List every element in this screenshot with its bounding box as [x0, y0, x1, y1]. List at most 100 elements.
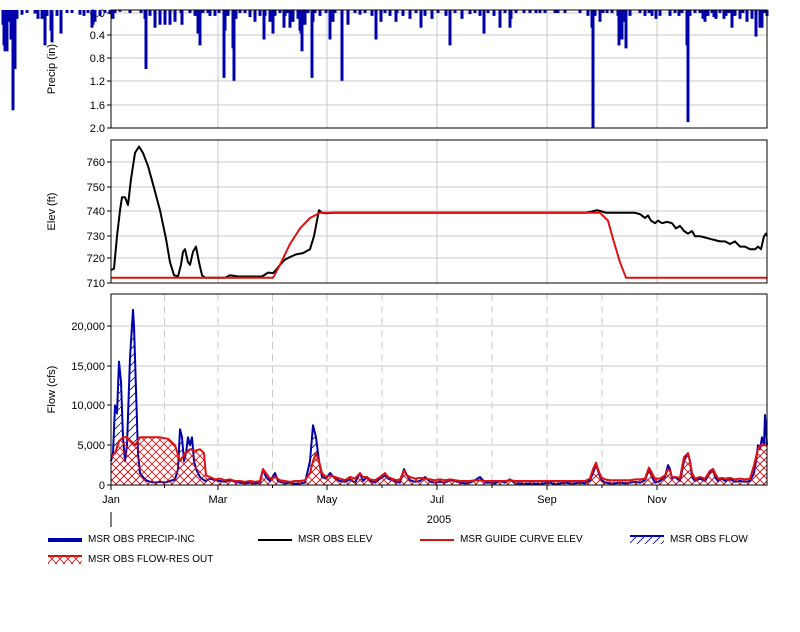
- precip-bar: [498, 10, 502, 28]
- precip-bar: [20, 10, 24, 15]
- legend-item-flow: MSR OBS FLOW: [630, 534, 748, 545]
- y-tick-label: 1.6: [90, 100, 105, 112]
- precip-bar: [468, 10, 472, 15]
- precip-bar: [163, 10, 167, 25]
- y-tick-label: 730: [87, 231, 105, 243]
- precip-bar: [223, 10, 227, 31]
- legend: MSR OBS PRECIP-INC MSR OBS ELEV MSR GUID…: [0, 534, 800, 584]
- precip-bar: [624, 10, 628, 49]
- chart-area: 0.0 0.4 0.8 1.2 1.6 2.0 Precip (in) 710 720 730 74…: [0, 0, 800, 627]
- y-tick-label: 740: [87, 206, 105, 218]
- precip-bar: [232, 10, 236, 81]
- precip-bar: [482, 10, 486, 34]
- precip-bar: [714, 10, 718, 19]
- precip-bar: [234, 10, 238, 19]
- legend-item-elev: MSR OBS ELEV: [258, 534, 372, 545]
- precip-bar: [208, 10, 212, 16]
- y-tick-label: 750: [87, 182, 105, 194]
- precip-bar: [654, 10, 658, 19]
- precip-bar: [144, 10, 148, 69]
- precip-bar: [620, 10, 624, 40]
- panel-bg: [111, 294, 767, 485]
- precip-bar: [318, 10, 322, 16]
- precip-bar: [478, 10, 482, 16]
- precip-bar: [86, 10, 90, 13]
- precip-bar: [509, 10, 513, 19]
- panel-0: 0.00.40.81.21.62.0Precip (in): [1, 8, 769, 135]
- legend-item-resout: MSR OBS FLOW-RES OUT: [48, 554, 213, 565]
- precip-bar: [45, 10, 49, 16]
- y-axis-label: Flow (cfs): [46, 366, 58, 414]
- x-tick-label: Jan: [102, 494, 120, 506]
- precip-bar: [253, 10, 257, 22]
- y-tick-label: 5,000: [77, 440, 105, 452]
- precip-bar: [15, 10, 19, 19]
- precip-bar: [374, 10, 378, 40]
- precip-bar: [50, 10, 54, 43]
- precip-bar: [55, 10, 59, 16]
- precip-bar: [617, 10, 621, 46]
- precip-bar: [401, 10, 405, 16]
- precip-bar: [173, 10, 177, 22]
- precip-bar: [93, 10, 97, 22]
- x-tick-label: May: [317, 494, 338, 506]
- legend-swatch-elev: [258, 538, 292, 541]
- precip-bar: [593, 10, 597, 16]
- precip-bar: [303, 10, 307, 25]
- precip-bar: [82, 10, 86, 16]
- precip-bar: [70, 10, 74, 13]
- precip-bar: [346, 10, 350, 25]
- precip-bar: [65, 10, 69, 13]
- precip-bar: [263, 10, 267, 16]
- precip-bar: [460, 10, 464, 19]
- y-tick-label: 760: [87, 157, 105, 169]
- precip-bar: [677, 10, 681, 16]
- precip-bar: [448, 10, 452, 46]
- precip-bar: [745, 10, 749, 22]
- precip-bar: [724, 10, 728, 16]
- precip-bar: [591, 10, 595, 128]
- y-tick-label: 20,000: [71, 321, 105, 333]
- precip-bar: [643, 10, 647, 16]
- precip-bar: [198, 10, 202, 46]
- y-axis-label: Elev (ft): [46, 193, 58, 231]
- precip-bar: [370, 10, 374, 16]
- y-tick-label: 0: [99, 480, 105, 492]
- precip-bar: [328, 10, 332, 40]
- legend-label-resout: MSR OBS FLOW-RES OUT: [88, 554, 214, 565]
- legend-swatch-flow: [630, 534, 664, 544]
- y-tick-label: 2.0: [90, 123, 105, 135]
- precip-bar: [379, 10, 383, 22]
- y-tick-label: 10,000: [71, 400, 105, 412]
- precip-bar: [273, 10, 277, 16]
- x-tick-label: Nov: [647, 494, 667, 506]
- precip-bar: [148, 10, 152, 16]
- precip-bar: [628, 10, 632, 16]
- y-tick-label: 1.2: [90, 76, 105, 88]
- legend-label-precip: MSR OBS PRECIP-INC: [88, 534, 195, 545]
- x-tick-label: Jul: [430, 494, 444, 506]
- y-tick-label: 720: [87, 253, 105, 265]
- precip-bar: [408, 10, 412, 19]
- precip-bar: [492, 10, 496, 16]
- precip-bar: [180, 10, 184, 25]
- y-axis-label: Precip (in): [46, 44, 58, 94]
- precip-bar: [430, 10, 434, 19]
- y-tick-label: 0.8: [90, 53, 105, 65]
- precip-bar: [423, 10, 427, 16]
- legend-label-elev: MSR OBS ELEV: [298, 534, 373, 545]
- y-tick-label: 0.4: [90, 30, 105, 42]
- legend-swatch-guide: [420, 538, 454, 541]
- precip-bar: [703, 10, 707, 22]
- precip-bar: [168, 10, 172, 25]
- precip-bar: [754, 10, 758, 37]
- precip-bar: [444, 10, 448, 16]
- legend-item-precip: MSR OBS PRECIP-INC: [48, 534, 195, 545]
- precip-bar: [33, 10, 37, 14]
- precip-bar: [658, 10, 662, 16]
- precip-bar: [78, 10, 82, 15]
- precip-bar: [730, 10, 734, 28]
- x-tick-label: Sep: [537, 494, 557, 506]
- precip-bar: [258, 10, 262, 16]
- legend-label-flow: MSR OBS FLOW: [670, 534, 748, 545]
